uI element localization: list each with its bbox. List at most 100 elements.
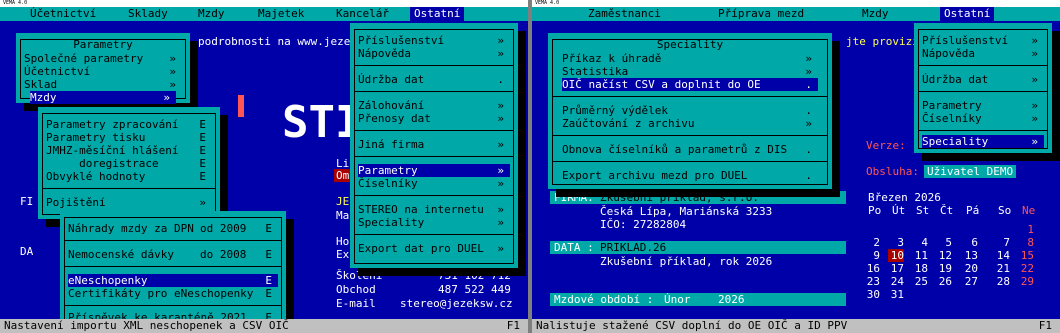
calendar-day[interactable]: 7 bbox=[994, 236, 1010, 249]
menu-item-parametry[interactable]: Parametry » bbox=[358, 164, 510, 177]
submenu-arrow-icon: » bbox=[497, 47, 504, 60]
calendar-day[interactable]: 15 bbox=[1018, 249, 1034, 262]
calendar-day[interactable]: 24 bbox=[888, 275, 904, 288]
contact-value: stereo@jezeksw.cz bbox=[400, 297, 513, 310]
menu-item-spolecne-parametry[interactable]: Společné parametry » bbox=[24, 52, 182, 65]
menu-separator bbox=[354, 195, 514, 196]
help-key[interactable]: F1 bbox=[507, 319, 520, 333]
calendar-day[interactable]: 6 bbox=[962, 236, 978, 249]
calendar-day[interactable]: 9 bbox=[864, 249, 880, 262]
menu-item-obnova-ciselniku[interactable]: Obnova číselníků a parametrů z DIS. bbox=[562, 143, 818, 156]
calendar-day-today[interactable]: 10 bbox=[888, 249, 904, 262]
menu-sklady[interactable]: Sklady bbox=[128, 7, 168, 21]
menu-item-export-dat-pro-duel[interactable]: Export dat pro DUEL » bbox=[358, 242, 510, 255]
submenu-arrow-icon: » bbox=[805, 65, 812, 78]
calendar-day[interactable]: 17 bbox=[888, 262, 904, 275]
menu-item-stereo-na-internetu[interactable]: STEREO na internetu » bbox=[358, 203, 510, 216]
help-key[interactable]: F1 bbox=[1039, 319, 1052, 333]
calendar-day[interactable]: 2 bbox=[864, 236, 880, 249]
menu-item-prislusenstvi[interactable]: Příslušenství » bbox=[358, 34, 510, 47]
menu-item-mzdy[interactable]: Mzdy » bbox=[30, 91, 176, 104]
menu-item-pojisteni[interactable]: Pojištění » bbox=[46, 196, 212, 209]
menu-separator bbox=[552, 161, 828, 162]
calendar-day[interactable]: 25 bbox=[912, 275, 928, 288]
calendar-day[interactable]: 22 bbox=[1018, 262, 1034, 275]
menu-item-jmhz-hlaseni[interactable]: JMHZ-měsíční hlášení E bbox=[46, 144, 212, 157]
calendar-day[interactable]: 16 bbox=[864, 262, 880, 275]
menu-ostatni[interactable]: Ostatní bbox=[410, 7, 465, 21]
submenu-arrow-icon: » bbox=[1031, 34, 1038, 47]
calendar-day[interactable]: 26 bbox=[936, 275, 952, 288]
status-text: Nastavení importu XML neschopenek a CSV … bbox=[4, 319, 289, 332]
menu-item-prenosy-dat[interactable]: Přenosy dat » bbox=[358, 112, 510, 125]
menu-item-sklad[interactable]: Sklad » bbox=[24, 78, 182, 91]
calendar-day[interactable]: 21 bbox=[994, 262, 1010, 275]
menu-item-udrzba-dat[interactable]: Údržba dat. bbox=[358, 73, 510, 86]
calendar-day[interactable]: 28 bbox=[994, 275, 1010, 288]
menu-item-obvykle-hodnoty[interactable]: Obvyklé hodnoty E bbox=[46, 170, 212, 183]
verze-label: Verze: bbox=[866, 139, 906, 152]
submenu-arrow-icon: » bbox=[169, 78, 176, 91]
menu-item-speciality[interactable]: Speciality » bbox=[358, 216, 510, 229]
menu-item-speciality[interactable]: Speciality » bbox=[922, 135, 1044, 148]
menu-item-export-archivu-duel[interactable]: Export archivu mezd pro DUEL. bbox=[562, 169, 818, 182]
menu-item-eneschopenky[interactable]: eNeschopenky E bbox=[68, 274, 278, 287]
menu-item-doregistrace[interactable]: doregistrace E bbox=[46, 157, 212, 170]
calendar-day[interactable]: 19 bbox=[936, 262, 952, 275]
menu-item-prispevek-karantena[interactable]: Příspěvek ke karanténě 2021 E bbox=[68, 311, 278, 319]
menu-item-nahrady-mzdy[interactable]: Náhrady mzdy za DPN od 2009 E bbox=[68, 222, 278, 235]
calendar-day[interactable]: 14 bbox=[994, 249, 1010, 262]
calendar-day[interactable]: 8 bbox=[1018, 236, 1034, 249]
submenu-arrow-icon: » bbox=[1031, 99, 1038, 112]
calendar-day[interactable]: 12 bbox=[936, 249, 952, 262]
left-terminal-window: VEMA 4.0 Účetnictví Sklady Mzdy Majetek … bbox=[0, 0, 528, 333]
menu-item-ciselniky[interactable]: Číselníky » bbox=[358, 177, 510, 190]
menu-item-oic-nacist-csv[interactable]: OIČ načíst CSV a doplnit do OE. bbox=[562, 78, 818, 91]
menu-item-parametry[interactable]: Parametry » bbox=[922, 99, 1044, 112]
menu-item-napoveda[interactable]: Nápověda » bbox=[358, 47, 510, 60]
menu-ucetnictvi[interactable]: Účetnictví bbox=[30, 7, 96, 21]
item-label: Příspěvek ke karanténě 2021 bbox=[68, 311, 247, 319]
item-label: Údržba dat bbox=[358, 73, 425, 86]
calendar-day[interactable]: 4 bbox=[912, 236, 928, 249]
menu-majetek[interactable]: Majetek bbox=[258, 7, 304, 21]
menu-item-udrzba-dat[interactable]: Údržba dat » bbox=[922, 73, 1044, 86]
menu-item-ciselniky[interactable]: Číselníky » bbox=[922, 112, 1044, 125]
calendar-day[interactable]: 27 bbox=[962, 275, 978, 288]
menu-item-prikaz-k-uhrade[interactable]: Příkaz k úhradě » bbox=[562, 52, 818, 65]
menu-kancelar[interactable]: Kancelář bbox=[336, 7, 389, 21]
calendar-day[interactable]: 31 bbox=[888, 288, 904, 301]
calendar-day[interactable]: 5 bbox=[936, 236, 952, 249]
menu-zamestnanci[interactable]: Zaměstnanci bbox=[588, 7, 661, 21]
menu-item-prumerny-vydelek[interactable]: Průměrný výdělek. bbox=[562, 104, 818, 117]
menu-item-certifikaty[interactable]: Certifikáty pro eNeschopenky E bbox=[68, 287, 278, 300]
menu-item-jina-firma[interactable]: Jiná firma » bbox=[358, 138, 510, 151]
menu-item-parametry-zpracovani[interactable]: Parametry zpracování E bbox=[46, 118, 212, 131]
main-menubar: Zaměstnanci Příprava mezd Mzdy Ostatní bbox=[532, 7, 1060, 21]
menu-mzdy[interactable]: Mzdy bbox=[862, 7, 889, 21]
calendar-day[interactable]: 23 bbox=[864, 275, 880, 288]
item-key: E bbox=[199, 144, 206, 157]
menu-item-nemocenske-davky[interactable]: Nemocenské dávky do 2008 E bbox=[68, 248, 278, 261]
menu-item-napoveda[interactable]: Nápověda » bbox=[922, 47, 1044, 60]
calendar-day[interactable]: 29 bbox=[1018, 275, 1034, 288]
item-label: Průměrný výdělek bbox=[562, 104, 668, 117]
calendar-day[interactable]: 13 bbox=[962, 249, 978, 262]
calendar-day[interactable]: 18 bbox=[912, 262, 928, 275]
calendar-day[interactable]: 20 bbox=[962, 262, 978, 275]
menu-item-parametry-tisku[interactable]: Parametry tisku E bbox=[46, 131, 212, 144]
calendar-day[interactable]: 11 bbox=[912, 249, 928, 262]
menu-item-ucetnictvi[interactable]: Účetnictví » bbox=[24, 65, 182, 78]
menu-priprava-mezd[interactable]: Příprava mezd bbox=[718, 7, 804, 21]
menu-separator bbox=[354, 91, 514, 92]
menu-item-statistika[interactable]: Statistika » bbox=[562, 65, 818, 78]
calendar-day[interactable]: 1 bbox=[1018, 223, 1034, 236]
calendar-day[interactable]: 30 bbox=[864, 288, 880, 301]
menu-item-zalohovani[interactable]: Zálohování » bbox=[358, 99, 510, 112]
calendar-day[interactable]: 3 bbox=[888, 236, 904, 249]
menu-mzdy[interactable]: Mzdy bbox=[198, 7, 225, 21]
menu-item-zauctovani-z-archivu[interactable]: Zaúčtování z archivu » bbox=[562, 117, 818, 130]
menu-item-prislusenstvi[interactable]: Příslušenství » bbox=[922, 34, 1044, 47]
menu-ostatni[interactable]: Ostatní bbox=[940, 7, 995, 21]
item-key: E bbox=[265, 248, 272, 261]
